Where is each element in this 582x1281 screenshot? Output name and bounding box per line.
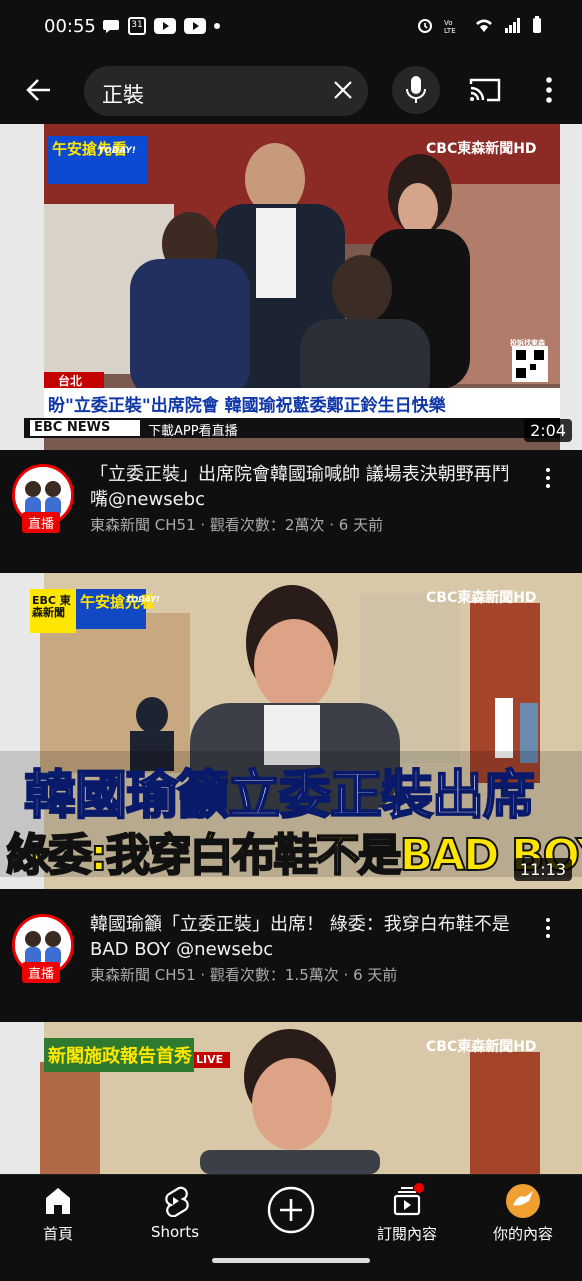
thumbnail-headline: 盼"立委正裝"出席院會 韓國瑜祝藍委鄭正鈴生日快樂 <box>48 396 446 416</box>
bottom-navigation: 首頁 Shorts 訂閱內容 你的內容 <box>0 1174 582 1281</box>
signal-icon <box>505 18 520 33</box>
video-channel-info: 東森新聞 CH51 · 觀看次數：1.5萬次 · 6 天前 <box>90 966 398 984</box>
video-thumbnail[interactable]: EBC 東森新聞 午安搶先看 TODAY! CBC東森新聞HD 韓國瑜籲立委正裝… <box>0 573 582 889</box>
notification-dot-icon <box>414 1183 424 1193</box>
plus-circle-icon <box>267 1186 315 1234</box>
svg-text:Vo: Vo <box>444 19 453 27</box>
video-title[interactable]: 「立委正裝」出席院會韓國瑜喊帥 議場表決朝野再鬥嘴@newsebc <box>90 462 520 512</box>
thumbnail-logo: EBC 東森新聞 <box>32 594 71 619</box>
live-badge: 直播 <box>22 962 61 983</box>
video-meta[interactable]: 直播 韓國瑜籲「立委正裝」出席！ 綠委：我穿白布鞋不是BAD BOY @news… <box>0 902 582 1006</box>
thumbnail-banner: 新閣施政報告首秀 <box>48 1046 192 1067</box>
nav-subscriptions[interactable]: 訂閱內容 <box>352 1183 462 1244</box>
video-thumbnail[interactable]: 午安搶先看 TODAY! CBC東森新聞HD 投訴找東森 台北 盼"立委正裝"出… <box>0 124 582 450</box>
live-badge: 直播 <box>22 512 61 533</box>
notification-dot-icon <box>214 23 220 29</box>
youtube-icon <box>154 18 176 34</box>
search-input[interactable]: 正裝 <box>84 66 368 116</box>
thumbnail-location: 台北 <box>58 374 83 388</box>
create-button[interactable] <box>236 1185 346 1239</box>
thumbnail-caption-line-1: 韓國瑜籲立委正裝出席 <box>23 765 536 827</box>
video-duration: 2:04 <box>524 419 572 442</box>
search-header: 正裝 <box>0 62 582 118</box>
nav-home[interactable]: 首頁 <box>3 1183 113 1244</box>
video-title[interactable]: 韓國瑜籲「立委正裝」出席！ 綠委：我穿白布鞋不是BAD BOY @newsebc <box>90 912 520 962</box>
back-arrow-icon[interactable] <box>22 72 62 108</box>
thumbnail-brand: CBC東森新聞HD <box>426 590 537 606</box>
nav-subscriptions-label: 訂閱內容 <box>376 1225 437 1243</box>
thumbnail-banner-today: TODAY! <box>126 595 160 604</box>
clear-search-icon[interactable] <box>332 79 354 101</box>
youtube-icon <box>184 18 206 34</box>
video-meta[interactable]: 直播 「立委正裝」出席院會韓國瑜喊帥 議場表決朝野再鬥嘴@newsebc 東森新… <box>0 452 582 556</box>
video-thumbnail[interactable]: 新閣施政報告首秀 LIVE CBC東森新聞HD <box>0 1022 582 1174</box>
nav-shorts-label: Shorts <box>150 1223 200 1241</box>
video-menu-icon[interactable] <box>540 916 556 940</box>
thumbnail-live: LIVE <box>196 1053 224 1066</box>
thumbnail-banner-today: TODAY! <box>98 146 136 156</box>
voice-search-button[interactable] <box>392 66 440 114</box>
nav-you-label: 你的內容 <box>492 1225 553 1243</box>
microphone-icon <box>406 76 426 103</box>
profile-avatar-icon <box>506 1184 540 1218</box>
video-channel-info: 東森新聞 CH51 · 觀看次數：2萬次 · 6 天前 <box>90 516 384 534</box>
nav-you[interactable]: 你的內容 <box>468 1183 578 1244</box>
thumbnail-ticker-brand: EBC NEWS <box>34 420 111 435</box>
volte-wifi-icon: VoLTE <box>444 19 456 34</box>
gesture-home-bar[interactable] <box>212 1258 370 1263</box>
video-duration: 11:13 <box>513 858 572 881</box>
calendar-icon: 31 <box>128 17 146 35</box>
nav-shorts[interactable]: Shorts <box>120 1183 230 1241</box>
thumbnail-caption-line-2: 綠委:我穿白布鞋不是BAD BOY <box>5 829 582 882</box>
alarm-icon <box>418 19 432 33</box>
status-time: 00:55 <box>44 16 96 37</box>
cast-icon[interactable] <box>468 76 502 104</box>
thumbnail-brand: CBC東森新聞HD <box>426 1039 537 1055</box>
nav-home-label: 首頁 <box>42 1225 73 1243</box>
svg-text:LTE: LTE <box>444 27 456 34</box>
wifi-icon <box>476 19 492 32</box>
battery-icon <box>533 16 541 33</box>
chat-bubble-icon <box>103 20 119 33</box>
shorts-icon <box>165 1186 189 1217</box>
thumbnail-brand: CBC東森新聞HD <box>426 141 537 157</box>
status-bar: 00:55 31 Vo LTE <box>0 0 582 56</box>
video-menu-icon[interactable] <box>540 466 556 490</box>
home-icon <box>46 1188 70 1214</box>
search-query-text: 正裝 <box>102 83 144 107</box>
thumbnail-ticker: 下載APP看直播 <box>148 424 238 439</box>
thumbnail-qr-label: 投訴找東森 <box>510 339 545 347</box>
more-options-icon[interactable] <box>536 72 562 108</box>
